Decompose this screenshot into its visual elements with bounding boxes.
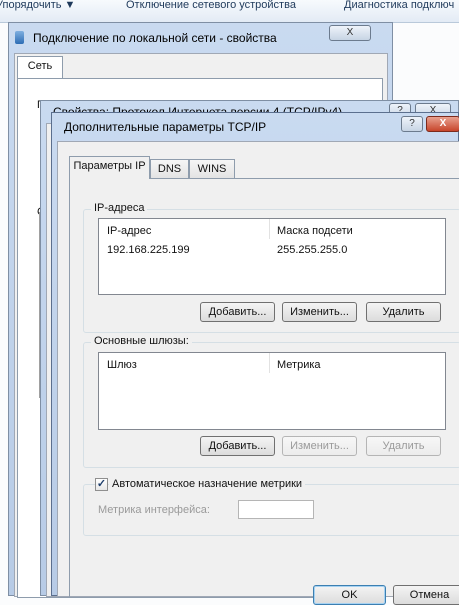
connection-properties-title: Подключение по локальной сети - свойства (33, 31, 277, 45)
tab-network-label: Сеть (27, 60, 53, 72)
gateway-list[interactable]: Шлюз Метрика (98, 352, 446, 430)
ip-add-button[interactable]: Добавить... (200, 302, 275, 322)
explorer-command-bar: Упорядочить ▼ Отключение сетевого устрой… (0, 0, 459, 23)
column-divider (269, 353, 270, 373)
advanced-tcpip-window: Дополнительные параметры TCP/IP ? X Пара… (51, 112, 459, 605)
column-divider (269, 219, 270, 239)
help-icon: ? (409, 118, 415, 129)
tab-wins-label: WINS (197, 163, 227, 175)
organize-menu[interactable]: Упорядочить ▼ (0, 0, 75, 11)
diagnose-connection-command[interactable]: Диагностика подключ (344, 0, 454, 11)
ok-button[interactable]: OK (313, 585, 386, 605)
tab-network[interactable]: Сеть (17, 56, 63, 78)
gateways-group-title: Основные шлюзы: (91, 335, 192, 347)
connection-properties-close-button[interactable]: X (329, 25, 371, 41)
tab-ip-settings[interactable]: Параметры IP (69, 156, 150, 179)
advanced-tcpip-title: Дополнительные параметры TCP/IP (64, 120, 267, 134)
ip-addresses-group-title: IP-адреса (91, 202, 148, 214)
disable-device-command[interactable]: Отключение сетевого устройства (126, 0, 296, 11)
auto-metric-label[interactable]: Автоматическое назначение метрики (109, 478, 306, 490)
tab-dns-label: DNS (157, 163, 182, 175)
cancel-button[interactable]: Отмена (393, 585, 459, 605)
ip-edit-button[interactable]: Изменить... (282, 302, 357, 322)
interface-metric-input[interactable] (238, 500, 314, 519)
advanced-help-button[interactable]: ? (401, 116, 423, 132)
interface-metric-label: Метрика интерфейса: (98, 504, 210, 516)
column-ip-address[interactable]: IP-адрес (107, 225, 151, 237)
tab-wins[interactable]: WINS (189, 159, 235, 179)
column-subnet-mask[interactable]: Маска подсети (277, 225, 353, 237)
subnet-mask-value: 255.255.255.0 (277, 244, 348, 256)
gateway-add-button[interactable]: Добавить... (200, 436, 275, 456)
column-gateway[interactable]: Шлюз (107, 359, 137, 371)
auto-metric-checkbox[interactable]: ✓ (95, 478, 108, 491)
close-icon: X (439, 118, 447, 129)
advanced-client: Параметры IP DNS WINS IP-адреса IP-адрес… (57, 141, 459, 605)
gateway-delete-button[interactable]: Удалить (366, 436, 441, 456)
ip-address-value: 192.168.225.199 (107, 244, 190, 256)
tab-ip-settings-label: Параметры IP (73, 160, 146, 172)
network-icon (15, 31, 24, 44)
gateway-edit-button[interactable]: Изменить... (282, 436, 357, 456)
checkmark-icon: ✓ (96, 478, 107, 490)
ip-delete-button[interactable]: Удалить (366, 302, 441, 322)
ip-address-row[interactable]: 192.168.225.199 255.255.255.0 (99, 242, 445, 260)
close-icon: X (346, 27, 354, 38)
column-metric[interactable]: Метрика (277, 359, 321, 371)
advanced-close-button[interactable]: X (426, 116, 459, 132)
ip-address-list[interactable]: IP-адрес Маска подсети 192.168.225.199 2… (98, 218, 446, 295)
tab-dns[interactable]: DNS (150, 159, 189, 179)
